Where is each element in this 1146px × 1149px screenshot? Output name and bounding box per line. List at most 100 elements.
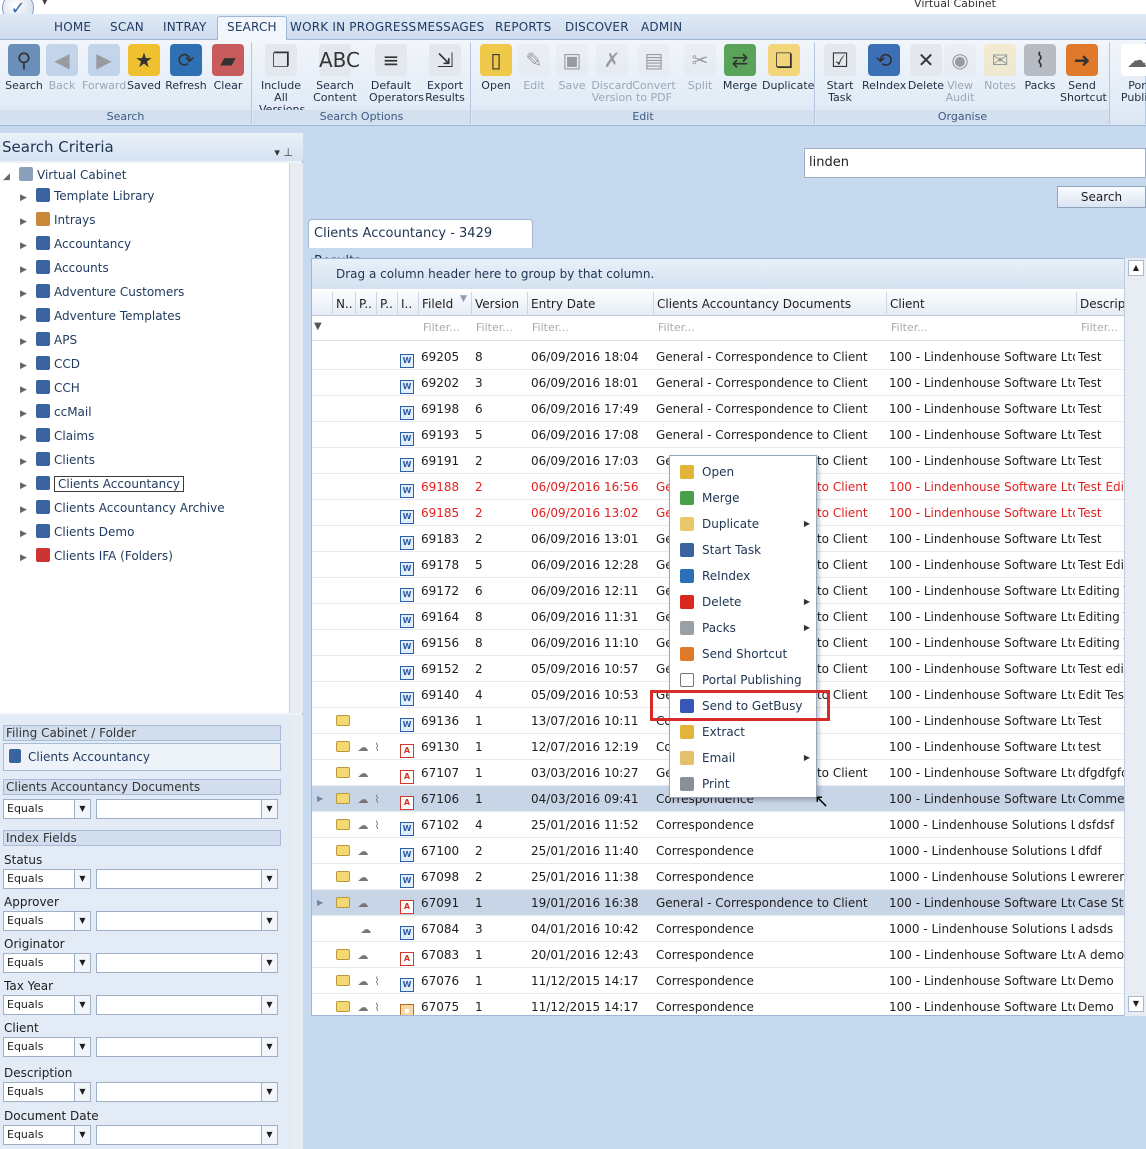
description-value-input[interactable]: ▼ — [96, 1082, 278, 1102]
expand-arrow-icon[interactable]: ▶ — [20, 355, 32, 377]
approver-operator-select[interactable]: Equals ▼ — [3, 911, 91, 931]
context-menu-duplicate[interactable]: Duplicate ▶ — [670, 511, 816, 537]
send-shortcut-button[interactable]: ➜ Send Shortcut — [1060, 44, 1107, 104]
expand-arrow-icon[interactable]: ▶ — [20, 523, 32, 545]
documents-value-input[interactable]: ▼ — [96, 799, 278, 819]
tree-item-template-library[interactable]: ▶ Template Library — [0, 185, 155, 207]
saved-button[interactable]: ★ Saved — [122, 44, 166, 92]
tree-item-claims[interactable]: ▶ Claims — [0, 425, 94, 447]
dropdown-arrow-icon[interactable]: ▼ — [261, 1083, 277, 1101]
table-row[interactable]: ☁ ⌇ W 67076 1 11/12/2015 14:17 Correspondence 1… — [312, 968, 1126, 994]
dropdown-arrow-icon[interactable]: ▼ — [74, 1038, 90, 1056]
expand-arrow-icon[interactable]: ▶ — [20, 283, 32, 305]
convert-to-pdf-button[interactable]: ▤ Convert to PDF — [632, 44, 676, 104]
dropdown-arrow-icon[interactable]: ▼ — [261, 1126, 277, 1144]
notes-button[interactable]: ✉ Notes — [978, 44, 1022, 92]
document-date-value-input[interactable]: ▼ — [96, 1125, 278, 1145]
dropdown-arrow-icon[interactable]: ▼ — [74, 996, 90, 1014]
grid-scrollbar[interactable]: ▲ ▼ — [1124, 258, 1146, 1016]
tree-item-adventure-templates[interactable]: ▶ Adventure Templates — [0, 305, 181, 327]
document-date-operator-select[interactable]: Equals ▼ — [3, 1125, 91, 1145]
search-content-button[interactable]: ABC Search Content — [313, 44, 360, 104]
client-value-input[interactable]: ▼ — [96, 1037, 278, 1057]
tree-item-virtual-cabinet[interactable]: ◢ Virtual Cabinet — [0, 164, 126, 186]
dropdown-arrow-icon[interactable]: ▼ — [74, 800, 90, 818]
reindex-button[interactable]: ⟲ ReIndex — [862, 44, 906, 92]
tab-intray[interactable]: INTRAY — [163, 20, 207, 34]
scroll-up-icon[interactable]: ▲ — [1128, 260, 1144, 276]
tab-messages[interactable]: MESSAGES — [417, 20, 485, 34]
tab-discover[interactable]: DISCOVER — [565, 20, 629, 34]
context-menu-open[interactable]: Open — [670, 459, 816, 485]
tab-reports[interactable]: REPORTS — [495, 20, 551, 34]
expand-arrow-icon[interactable]: ▶ — [20, 475, 32, 497]
approver-value-input[interactable]: ▼ — [96, 911, 278, 931]
context-menu-extract[interactable]: Extract — [670, 719, 816, 745]
table-row[interactable]: W 69193 5 06/09/2016 17:08 General - Corresp… — [312, 422, 1126, 448]
dropdown-arrow-icon[interactable]: ▼ — [74, 1083, 90, 1101]
dropdown-arrow-icon[interactable]: ▼ — [74, 954, 90, 972]
expand-arrow-icon[interactable]: ▶ — [20, 379, 32, 401]
table-row[interactable]: W 69205 8 06/09/2016 18:04 General - Corresp… — [312, 344, 1126, 370]
table-row[interactable]: W 69202 3 06/09/2016 18:01 General - Corresp… — [312, 370, 1126, 396]
expand-arrow-icon[interactable]: ▶ — [20, 259, 32, 281]
context-menu-reindex[interactable]: ReIndex — [670, 563, 816, 589]
discard-version-button[interactable]: ✗ Discard Version — [590, 44, 634, 104]
context-menu-merge[interactable]: Merge — [670, 485, 816, 511]
forward-button[interactable]: ▶ Forward — [82, 44, 126, 92]
expand-arrow-icon[interactable]: ▶ — [20, 403, 32, 425]
merge-button[interactable]: ⇄ Merge — [718, 44, 762, 92]
tab-admin[interactable]: ADMIN — [641, 20, 682, 34]
dropdown-arrow-icon[interactable]: ▼ — [74, 870, 90, 888]
expand-arrow-icon[interactable]: ▶ — [20, 211, 32, 233]
tree-item-clients[interactable]: ▶ Clients — [0, 449, 95, 471]
description-operator-select[interactable]: Equals ▼ — [3, 1082, 91, 1102]
dropdown-arrow-icon[interactable]: ▼ — [74, 1126, 90, 1144]
tax-year-operator-select[interactable]: Equals ▼ — [3, 995, 91, 1015]
table-row[interactable]: ☁ W 67100 2 25/01/2016 11:40 Correspondence 10… — [312, 838, 1126, 864]
client-operator-select[interactable]: Equals ▼ — [3, 1037, 91, 1057]
tree-item-clients-accountancy-archive[interactable]: ▶ Clients Accountancy Archive — [0, 497, 225, 519]
expand-arrow-icon[interactable]: ▶ — [20, 235, 32, 257]
dropdown-arrow-icon[interactable]: ▼ — [261, 800, 277, 818]
table-row[interactable]: ▶ ☁ A 67091 1 19/01/2016 16:38 General - Corre… — [312, 890, 1126, 916]
expand-arrow-icon[interactable]: ▶ — [20, 451, 32, 473]
documents-operator-select[interactable]: Equals ▼ — [3, 799, 91, 819]
default-operators-button[interactable]: ≡ Default Operators — [369, 44, 424, 104]
por-publis-button[interactable]: ☁ Por Publis — [1115, 44, 1146, 104]
tree-item-clients-demo[interactable]: ▶ Clients Demo — [0, 521, 134, 543]
tree-item-aps[interactable]: ▶ APS — [0, 329, 77, 351]
results-tab[interactable]: Clients Accountancy - 3429 Results — [308, 219, 533, 269]
table-row[interactable]: ☁ ⌇ ▪ 67075 1 11/12/2015 14:17 Correspondence 1… — [312, 994, 1126, 1015]
expand-arrow-icon[interactable]: ▶ — [20, 499, 32, 521]
status-value-input[interactable]: ▼ — [96, 869, 278, 889]
table-row[interactable]: W 69198 6 06/09/2016 17:49 General - Corresp… — [312, 396, 1126, 422]
dropdown-arrow-icon[interactable]: ▼ — [261, 1038, 277, 1056]
tree-scrollbar[interactable] — [289, 163, 303, 713]
tab-home[interactable]: HOME — [54, 20, 91, 34]
dropdown-arrow-icon[interactable]: ▼ — [261, 870, 277, 888]
context-menu-print[interactable]: Print — [670, 771, 816, 797]
include-all-versions-button[interactable]: ❐Include All Versions — [259, 44, 305, 116]
dropdown-arrow-icon[interactable]: ▼ — [261, 996, 277, 1014]
packs-button[interactable]: ⌇ Packs — [1018, 44, 1062, 92]
split-button[interactable]: ✂ Split — [678, 44, 722, 92]
originator-operator-select[interactable]: Equals ▼ — [3, 953, 91, 973]
context-menu-send-shortcut[interactable]: Send Shortcut — [670, 641, 816, 667]
save-button[interactable]: ▣ Save — [550, 44, 594, 92]
dropdown-arrow-icon[interactable]: ▼ — [261, 912, 277, 930]
start-task-button[interactable]: ☑ Start Task — [818, 44, 862, 104]
duplicate-button[interactable]: ❏ Duplicate — [762, 44, 814, 92]
expand-arrow-icon[interactable]: ▶ — [20, 547, 32, 569]
filter-scrollbar[interactable] — [290, 715, 303, 1149]
expand-arrow-icon[interactable]: ▶ — [20, 427, 32, 449]
context-menu-packs[interactable]: Packs ▶ — [670, 615, 816, 641]
tree-item-clients-accountancy[interactable]: ▶ Clients Accountancy — [0, 473, 184, 495]
tree-item-adventure-customers[interactable]: ▶ Adventure Customers — [0, 281, 184, 303]
table-row[interactable]: ☁ W 67098 2 25/01/2016 11:38 Correspondence 10… — [312, 864, 1126, 890]
tree-item-accounts[interactable]: ▶ Accounts — [0, 257, 109, 279]
clear-button[interactable]: ▰ Clear — [206, 44, 250, 92]
expand-arrow-icon[interactable]: ▶ — [20, 331, 32, 353]
tree-item-accountancy[interactable]: ▶ Accountancy — [0, 233, 131, 255]
search-input[interactable]: linden — [804, 148, 1146, 178]
